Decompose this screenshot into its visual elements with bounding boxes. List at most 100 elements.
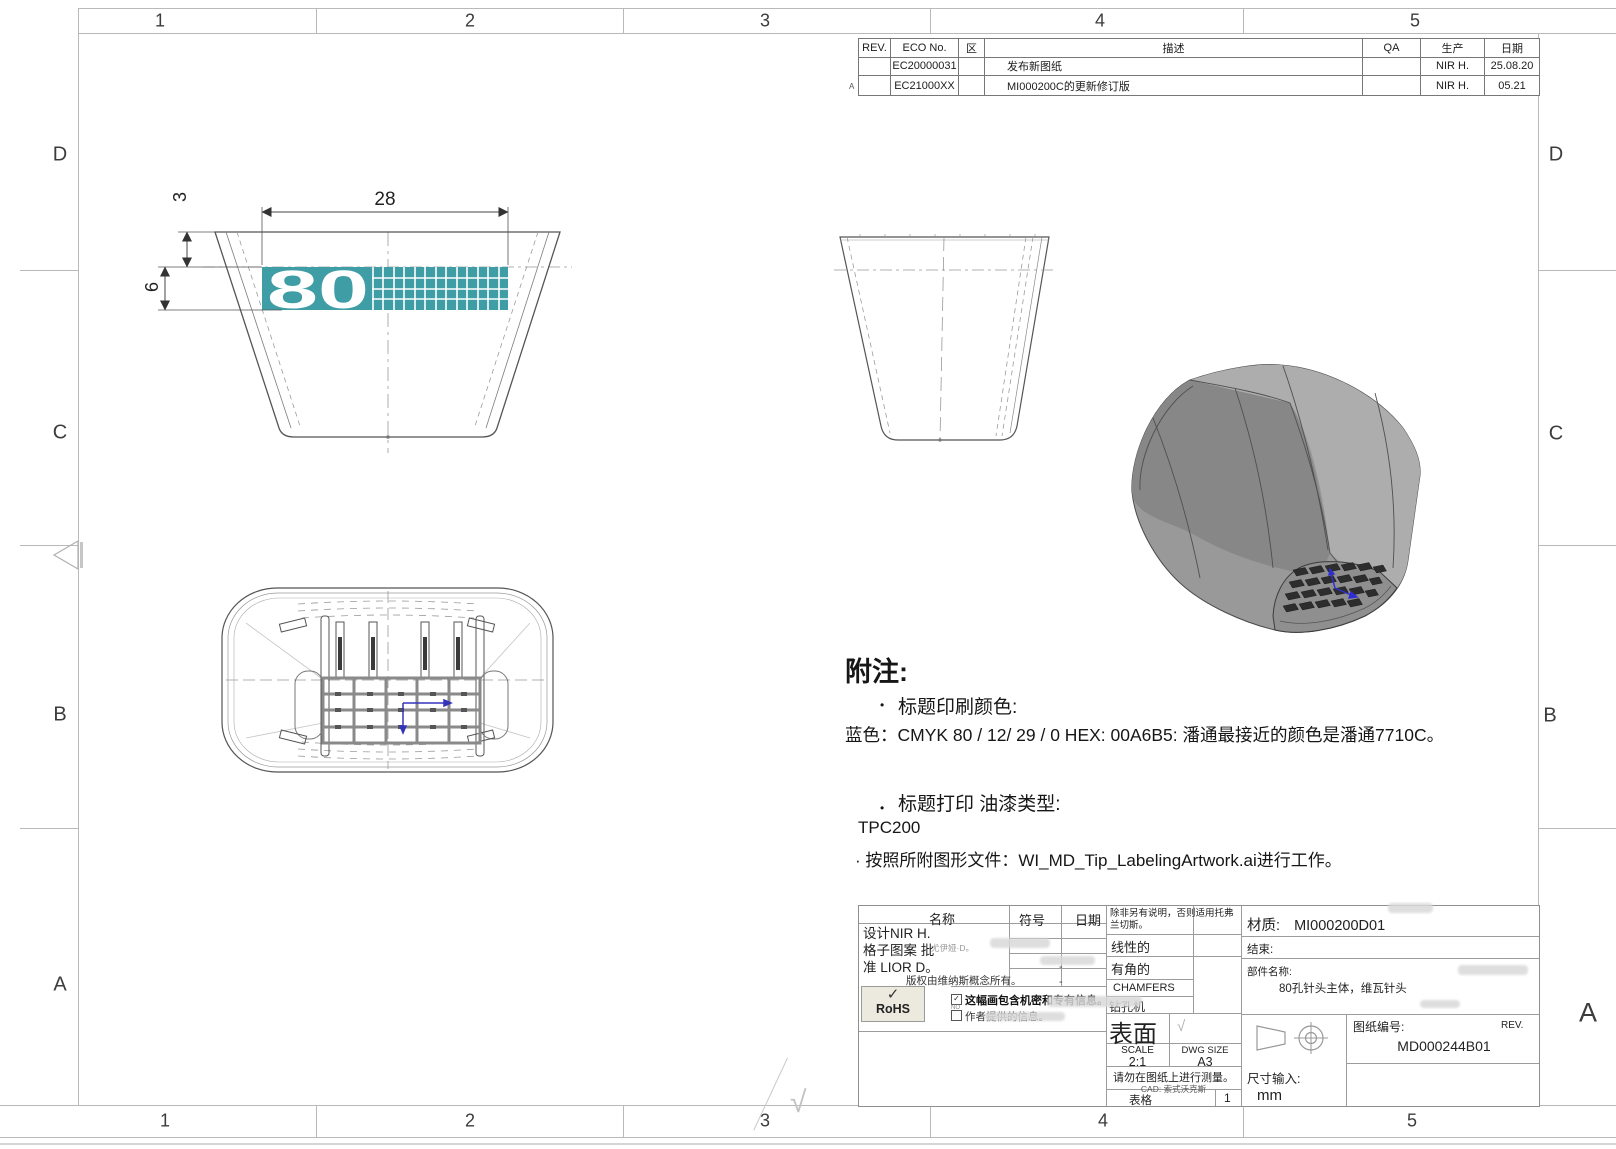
drawing-no-label: 图纸编号: xyxy=(1353,1018,1404,1035)
rev-header: 生产 xyxy=(1421,39,1485,58)
bullet-icon: • xyxy=(880,698,884,712)
rev-cell: MI000200C的更新修订版 xyxy=(985,76,1363,95)
cad-note: CAD: 索式沃克斯 xyxy=(1106,1083,1241,1095)
rev-cell: 发布新图纸 xyxy=(985,58,1363,77)
side-view xyxy=(830,228,1060,450)
frame-tick xyxy=(1243,8,1244,33)
rev-cell: EC21000XX xyxy=(891,76,959,95)
smudge xyxy=(1458,965,1528,975)
rev-cell: NIR H. xyxy=(1421,76,1485,95)
zone-col-label: 5 xyxy=(1410,11,1420,32)
material-label: 材质: xyxy=(1247,918,1280,934)
note-item-title: 标题打印 油漆类型: xyxy=(898,789,1061,816)
isometric-view xyxy=(1085,358,1430,643)
note-item-body: · 按照所附图形文件：WI_MD_Tip_LabelingArtwork.ai进… xyxy=(855,846,1342,871)
part-name: 80孔针头主体，维瓦针头 xyxy=(1279,980,1407,996)
linear-tolerance-label: 线性的 xyxy=(1111,937,1150,956)
rev-cell xyxy=(859,58,891,77)
drawing-no-value: MD000244B01 xyxy=(1359,1038,1529,1054)
rev-header: REV. xyxy=(859,39,891,58)
side-outline xyxy=(840,237,1049,440)
frame-tick xyxy=(1243,1105,1244,1137)
rev-header: 日期 xyxy=(1485,39,1539,58)
zone-row-label: B xyxy=(1543,705,1556,728)
rev-header: QA xyxy=(1363,39,1421,58)
rev-header: ECO No. xyxy=(891,39,959,58)
rev-label: REV. xyxy=(1501,1020,1523,1031)
zone-row-label: C xyxy=(1549,423,1563,446)
frame-tick xyxy=(623,1105,624,1137)
zone-col-label: 5 xyxy=(1407,1111,1417,1132)
frame-tick xyxy=(1538,828,1616,829)
rev-cell xyxy=(959,76,985,95)
rev-cell: EC20000031 xyxy=(891,58,959,77)
frame-line xyxy=(78,8,1616,9)
tip-count-label: 80 xyxy=(267,260,369,320)
finish-label: 结束: xyxy=(1247,941,1273,957)
frame-line xyxy=(78,33,1616,34)
signature-text: 尤伊娅·D。 xyxy=(931,942,974,954)
frame-tick xyxy=(316,8,317,33)
zone-row-label: A xyxy=(1579,998,1597,1029)
zone-row-label: D xyxy=(53,144,67,167)
note-item-body: 蓝色：CMYK 80 / 12/ 29 / 0 HEX: 00A6B5: 潘通最… xyxy=(845,722,1444,747)
frame-tick xyxy=(930,8,931,33)
zone-col-label: 4 xyxy=(1098,1111,1108,1132)
note-item-title: 标题印刷颜色: xyxy=(898,692,1017,719)
provided-info-checkbox[interactable] xyxy=(951,1010,962,1021)
surface-finish-icon: √ xyxy=(1177,1018,1185,1035)
angular-tolerance-label: 有角的 xyxy=(1111,959,1150,978)
zone-col-label: 3 xyxy=(760,11,770,32)
dwg-size-value: A3 xyxy=(1169,1055,1241,1069)
sheet-value: 1 xyxy=(1224,1091,1231,1105)
units-label: 尺寸输入: xyxy=(1247,1068,1300,1087)
smudge xyxy=(1388,903,1433,913)
rohs-label: RoHS xyxy=(862,1002,924,1016)
smudge xyxy=(1420,1000,1460,1008)
rev-cell: NIR H. xyxy=(1421,58,1485,77)
stray-line xyxy=(753,1058,788,1131)
col-date-header: 日期 xyxy=(1075,910,1101,929)
surface-label: 表面 xyxy=(1109,1014,1157,1049)
confidential-checkbox[interactable]: ✓ xyxy=(951,994,962,1005)
frame-line xyxy=(0,1137,1616,1138)
dim-height-label: 6 xyxy=(142,282,162,292)
scale-value: 2:1 xyxy=(1106,1055,1169,1069)
frame-tick xyxy=(930,1105,931,1137)
zone-col-label: 4 xyxy=(1095,11,1105,32)
rev-header: 描述 xyxy=(985,39,1363,58)
tolerance-note: 除非另有说明，否则适用托弗兰切斯。 xyxy=(1110,908,1238,931)
drawing-sheet: 1 2 3 4 5 1 2 3 4 5 D C B A D C B A REV.… xyxy=(0,0,1616,1149)
tip-slots xyxy=(336,622,462,677)
rohs-check-icon: ✓ xyxy=(862,987,924,1002)
rev-cell xyxy=(959,58,985,77)
frame-tick xyxy=(1538,545,1616,546)
rohs-badge: ✓ RoHS xyxy=(861,986,925,1022)
col-symbol-header: 符号 xyxy=(1019,910,1045,929)
frame-tick xyxy=(20,270,78,271)
center-mark-arrow-icon xyxy=(48,538,88,572)
stray-surface-icon: √ xyxy=(790,1086,806,1120)
frame-line xyxy=(0,1143,1616,1145)
rev-cell: 05.21 xyxy=(1485,76,1539,95)
zone-row-label: A xyxy=(53,974,66,997)
zone-col-label: 1 xyxy=(160,1111,170,1132)
third-angle-projection-icon xyxy=(1249,1018,1335,1062)
bottom-view xyxy=(218,583,563,778)
material-row: 材质: MI000200D01 xyxy=(1247,914,1385,935)
units-value: mm xyxy=(1257,1087,1282,1104)
smudge xyxy=(1047,996,1142,1007)
col-name-header: 名称 xyxy=(929,909,955,928)
frame-tick xyxy=(316,1105,317,1137)
frame-tick xyxy=(20,828,78,829)
smudge xyxy=(1040,956,1095,965)
zone-col-label: 2 xyxy=(465,11,475,32)
front-view: 80 28 3 6 xyxy=(120,165,590,465)
frame-tick xyxy=(623,8,624,33)
chamfers-label: CHAMFERS xyxy=(1113,982,1175,994)
rev-cell xyxy=(1363,58,1421,77)
smudge xyxy=(990,938,1050,948)
notes-title: 附注: xyxy=(845,650,908,689)
smudge xyxy=(985,1012,1065,1021)
revision-table: REV. ECO No. 区 描述 QA 生产 日期 EC20000031 发布… xyxy=(858,38,1540,96)
